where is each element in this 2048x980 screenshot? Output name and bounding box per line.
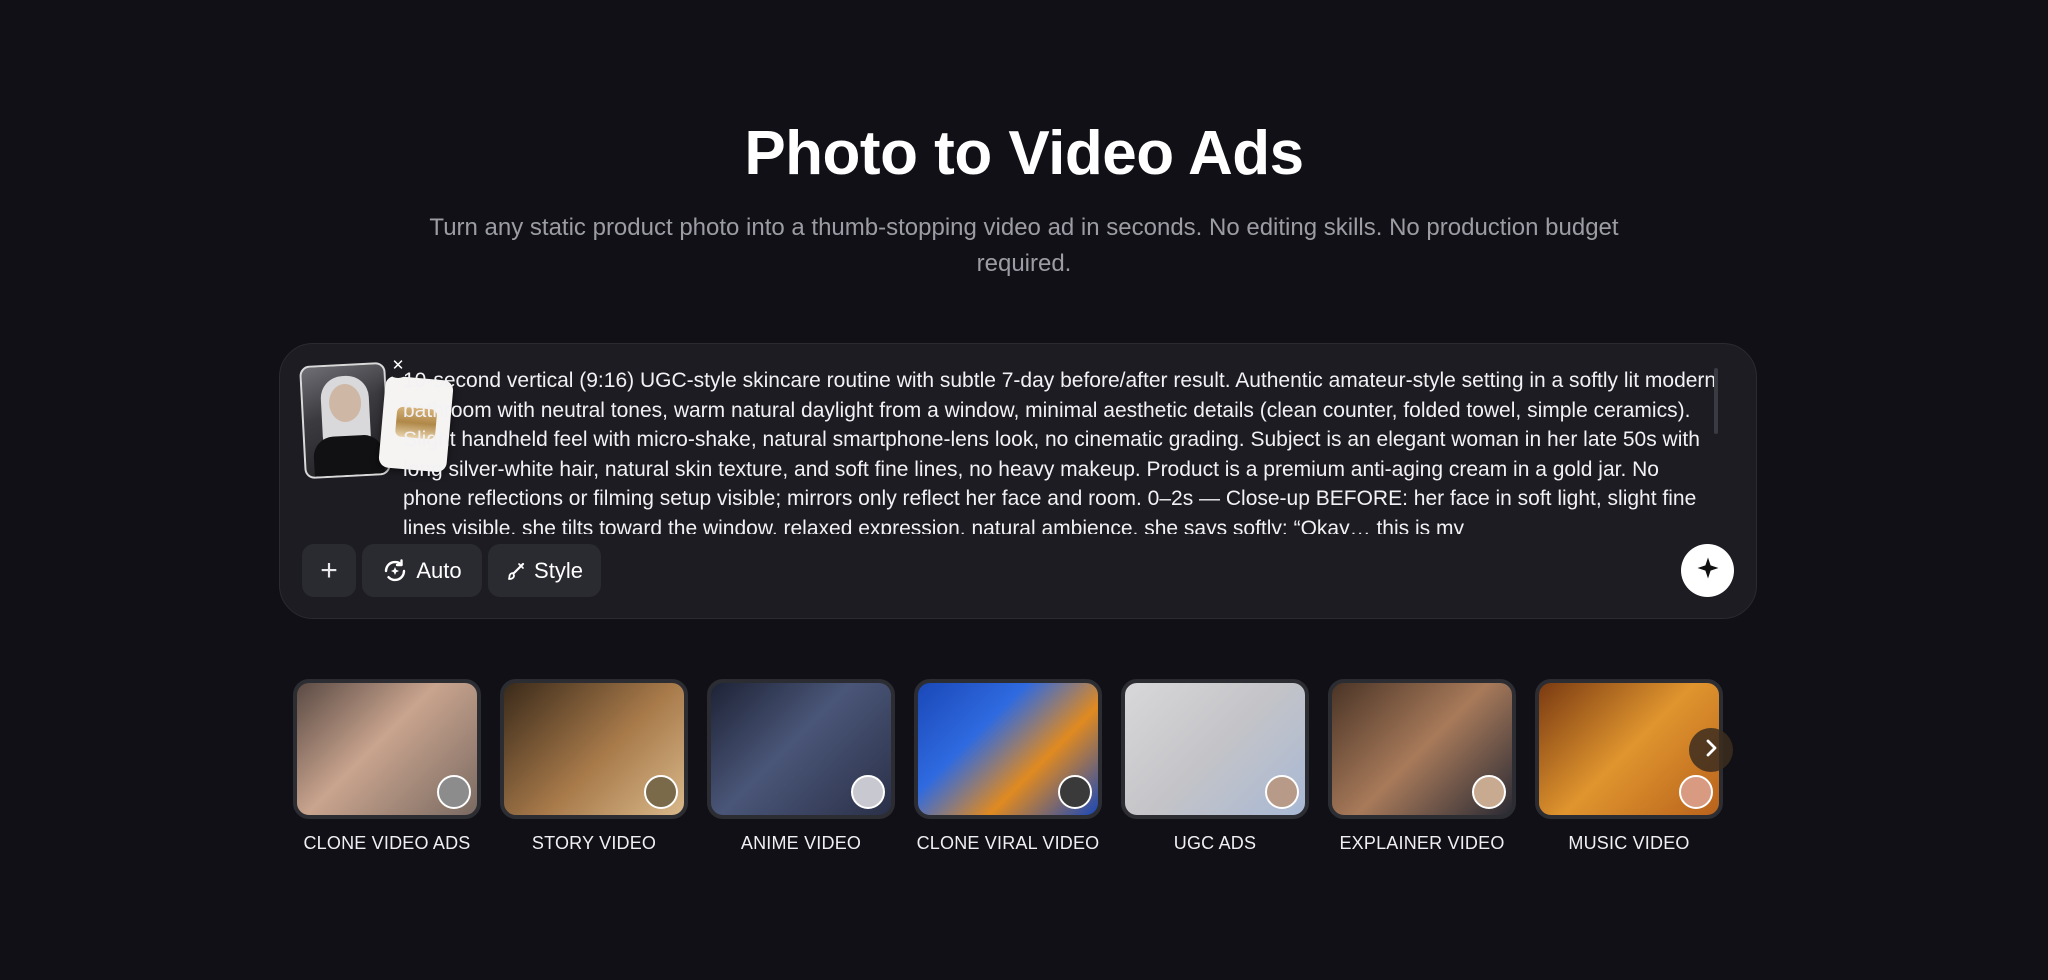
sparkle-icon xyxy=(1696,556,1720,585)
add-button[interactable]: + xyxy=(302,544,356,597)
plus-icon: + xyxy=(320,553,338,587)
card-ugc-ads[interactable]: UGC ADS xyxy=(1121,679,1309,854)
avatar xyxy=(1679,775,1713,809)
card-thumbnail xyxy=(500,679,688,819)
card-label: MUSIC VIDEO xyxy=(1568,833,1690,853)
card-label: CLONE VIRAL VIDEO xyxy=(916,833,1100,853)
card-label: ANIME VIDEO xyxy=(740,833,862,853)
card-thumbnail xyxy=(1121,679,1309,819)
card-thumbnail xyxy=(914,679,1102,819)
card-thumbnail xyxy=(1328,679,1516,819)
card-label: CLONE VIDEO ADS xyxy=(303,833,471,853)
avatar xyxy=(1472,775,1506,809)
auto-label: Auto xyxy=(416,557,462,583)
carousel-next-button[interactable] xyxy=(1689,728,1733,772)
auto-button[interactable]: Auto xyxy=(362,544,482,597)
card-thumbnail xyxy=(293,679,481,819)
card-label: UGC ADS xyxy=(1173,833,1257,853)
page-title: Photo to Video Ads xyxy=(744,119,1304,188)
prompt-scrollbar[interactable] xyxy=(1714,368,1718,434)
card-label: EXPLAINER VIDEO xyxy=(1339,833,1505,853)
chevron-right-icon xyxy=(1703,739,1719,762)
card-music-video[interactable]: MUSIC VIDEO xyxy=(1535,679,1723,854)
card-thumbnail xyxy=(707,679,895,819)
card-clone-viral-video[interactable]: CLONE VIRAL VIDEO xyxy=(914,679,1102,854)
prompt-composer: ✕ 10-second vertical (9:16) UGC-style sk… xyxy=(279,343,1757,619)
avatar xyxy=(1265,775,1299,809)
template-cards: CLONE VIDEO ADS STORY VIDEO ANIME VIDEO … xyxy=(293,679,1723,859)
avatar xyxy=(1058,775,1092,809)
card-label: STORY VIDEO xyxy=(531,833,657,853)
generate-button[interactable] xyxy=(1681,544,1734,597)
style-label: Style xyxy=(534,557,583,583)
prompt-textarea[interactable]: 10-second vertical (9:16) UGC-style skin… xyxy=(403,366,1723,534)
avatar xyxy=(437,775,471,809)
style-button[interactable]: Style xyxy=(488,544,601,597)
page-subtitle: Turn any static product photo into a thu… xyxy=(429,214,1619,277)
card-explainer-video[interactable]: EXPLAINER VIDEO xyxy=(1328,679,1516,854)
card-anime-video[interactable]: ANIME VIDEO xyxy=(707,679,895,854)
avatar xyxy=(644,775,678,809)
card-story-video[interactable]: STORY VIDEO xyxy=(500,679,688,854)
card-clone-video-ads[interactable]: CLONE VIDEO ADS xyxy=(293,679,481,854)
attached-person-image[interactable] xyxy=(299,361,391,480)
brush-icon xyxy=(506,561,526,581)
avatar xyxy=(851,775,885,809)
auto-cycle-icon xyxy=(382,558,408,584)
